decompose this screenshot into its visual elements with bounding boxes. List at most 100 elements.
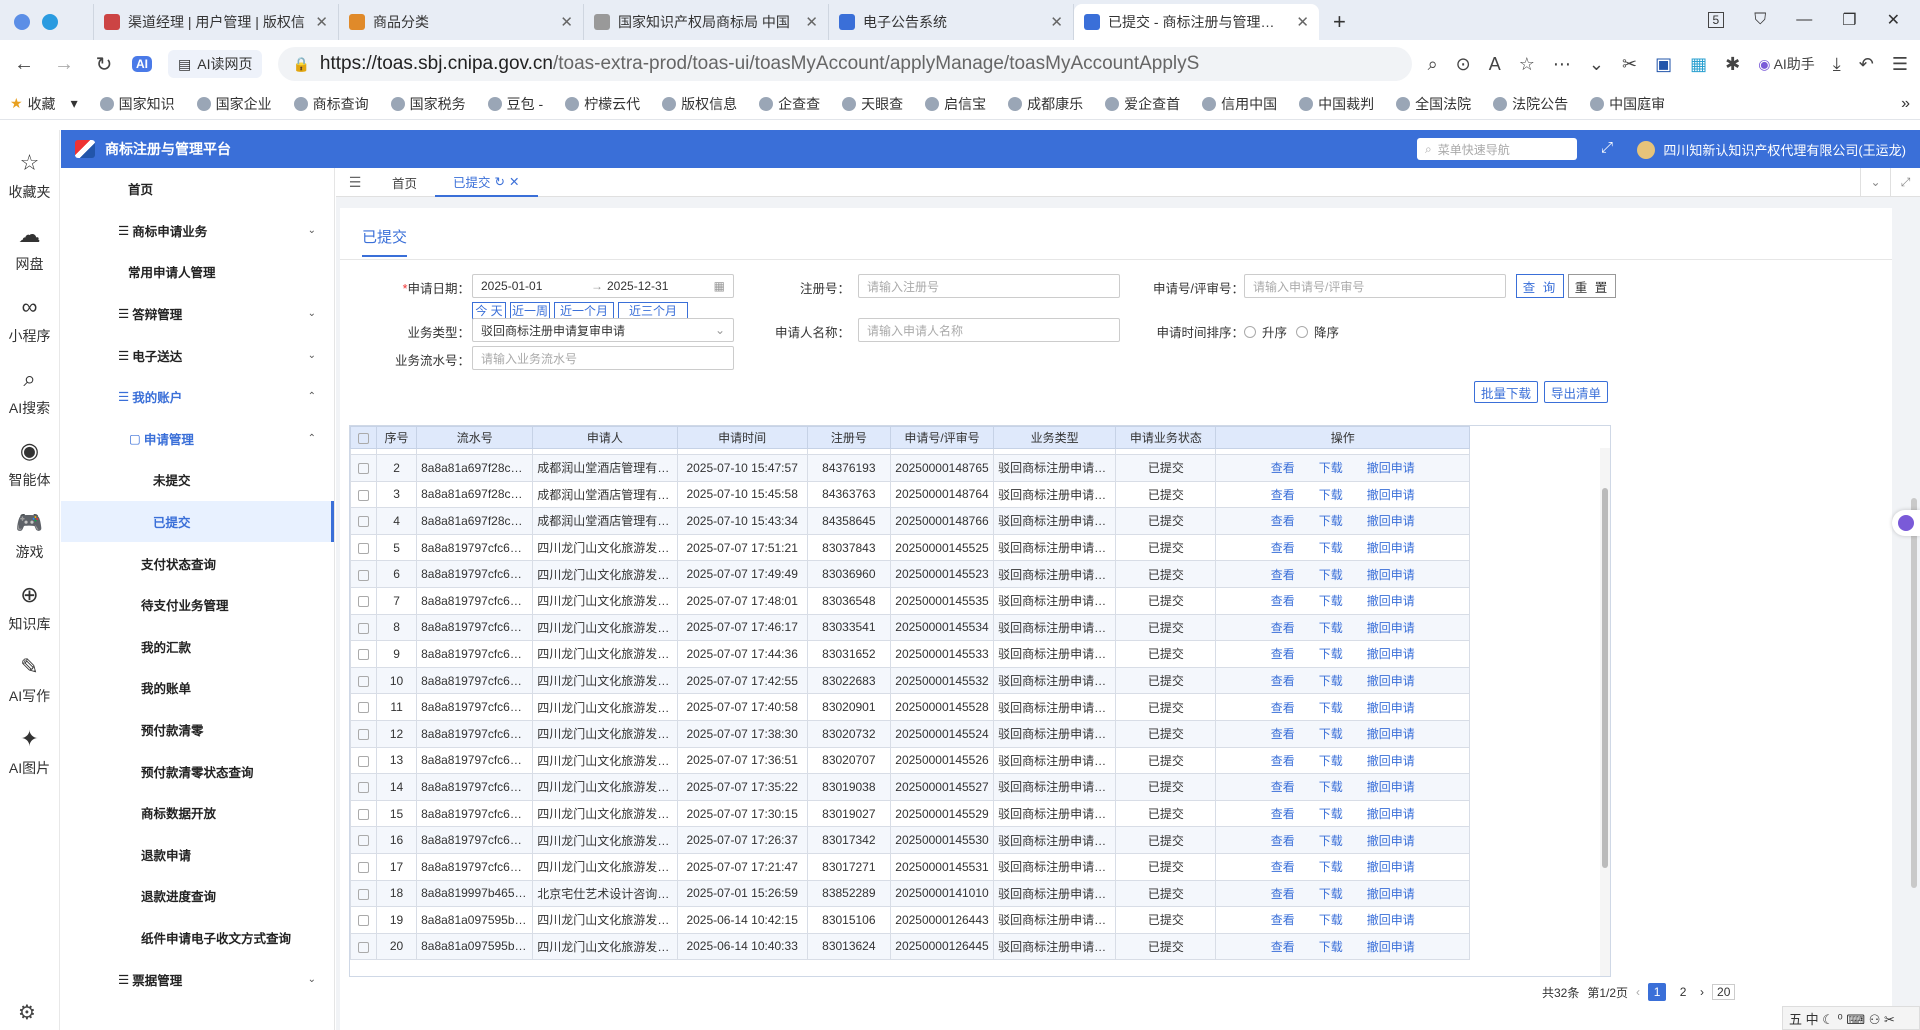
menu-item[interactable]: ☰ 答辩管理 ⌄: [61, 293, 334, 335]
view-link[interactable]: 查看: [1271, 701, 1295, 715]
close-tab-icon[interactable]: ✕: [805, 13, 818, 31]
floating-ai-badge[interactable]: [1892, 510, 1920, 536]
batch-download-button[interactable]: 批量下载: [1474, 381, 1538, 403]
download-icon[interactable]: ⤓: [1833, 54, 1841, 75]
download-link[interactable]: 下载: [1319, 621, 1343, 635]
view-link[interactable]: 查看: [1271, 568, 1295, 582]
table-row[interactable]: 13 8a8a819797cfc671… 四川龙门山文化旅游发展… 2025-07-0…: [350, 746, 1470, 775]
fullscreen-icon[interactable]: ⤢: [1601, 139, 1613, 156]
table-row[interactable]: 7 8a8a819797cfc671… 四川龙门山文化旅游发展… 2025-07-07…: [350, 586, 1470, 615]
bookmark-item[interactable]: 国家税务: [390, 94, 466, 114]
withdraw-link[interactable]: 撤回申请: [1367, 488, 1415, 502]
settings-icon[interactable]: ⚙: [18, 1000, 36, 1025]
checkbox[interactable]: [358, 835, 370, 847]
checkbox[interactable]: [358, 542, 370, 554]
browser-side-star[interactable]: ☆ 收藏夹: [9, 150, 51, 202]
close-tab-icon[interactable]: ✕: [560, 13, 573, 31]
ime-toolbar[interactable]: 五 中 ☾ ⁰ ⌨ ⚇ ✂: [1782, 1006, 1920, 1030]
bookmark-item[interactable]: 商标查询: [293, 94, 369, 114]
table-row[interactable]: 14 8a8a819797cfc671… 四川龙门山文化旅游发展… 2025-07-0…: [350, 773, 1470, 801]
download-link[interactable]: 下载: [1319, 514, 1343, 528]
url-field[interactable]: 🔒 https://toas.sbj.cnipa.gov.cn/toas-ext…: [278, 47, 1412, 81]
page-tab-home[interactable]: 首页: [374, 168, 435, 197]
menu-item[interactable]: 退款进度查询: [61, 875, 334, 917]
view-link[interactable]: 查看: [1271, 860, 1295, 874]
checkbox[interactable]: [358, 596, 370, 608]
withdraw-link[interactable]: 撤回申请: [1367, 834, 1415, 848]
browser-tab-4[interactable]: 电子公告系统 ✕: [829, 4, 1074, 40]
withdraw-link[interactable]: 撤回申请: [1367, 541, 1415, 555]
bookmarks-more-icon[interactable]: »: [1901, 95, 1910, 113]
bookmark-item[interactable]: 成都康乐: [1008, 94, 1083, 114]
translate-icon[interactable]: ▦: [1690, 54, 1707, 75]
flow-number-input[interactable]: 请输入业务流水号: [472, 346, 734, 370]
row-select-cell[interactable]: [350, 666, 378, 695]
view-link[interactable]: 查看: [1271, 754, 1295, 768]
checkbox[interactable]: [358, 569, 370, 581]
pager-page-2[interactable]: 2: [1674, 983, 1692, 1001]
table-row[interactable]: 9 8a8a819797cfc671… 四川龙门山文化旅游发展… 2025-07-07…: [350, 640, 1470, 668]
close-window-icon[interactable]: ✕: [1887, 10, 1900, 30]
withdraw-link[interactable]: 撤回申请: [1367, 647, 1415, 661]
withdraw-link[interactable]: 撤回申请: [1367, 701, 1415, 715]
reg-number-input[interactable]: 请输入注册号: [858, 274, 1120, 298]
view-link[interactable]: 查看: [1271, 541, 1295, 555]
download-link[interactable]: 下载: [1319, 834, 1343, 848]
tabs-dropdown-icon[interactable]: ⌄: [1860, 168, 1890, 197]
favorite-star-icon[interactable]: ☆: [1519, 54, 1535, 75]
browser-side-pen[interactable]: ✎ AI写作: [9, 654, 50, 706]
browser-side-link[interactable]: ∞ 小程序: [9, 294, 51, 346]
checkbox[interactable]: [358, 888, 370, 900]
quick-date-button[interactable]: 今 天: [472, 302, 506, 319]
download-link[interactable]: 下载: [1319, 594, 1343, 608]
row-select-cell[interactable]: [350, 719, 378, 748]
bookmark-item[interactable]: 国家企业: [196, 94, 272, 114]
browser-tab-3[interactable]: 国家知识产权局商标局 中国 ✕: [584, 4, 829, 40]
page-scroll-thumb[interactable]: [1911, 498, 1917, 888]
table-row[interactable]: 16 8a8a819797cfc671… 四川龙门山文化旅游发展… 2025-07-0…: [350, 826, 1470, 854]
pager-prev-icon[interactable]: ‹: [1636, 985, 1640, 999]
checkbox[interactable]: [358, 915, 370, 927]
checkbox[interactable]: [358, 755, 370, 767]
withdraw-link[interactable]: 撤回申请: [1367, 621, 1415, 635]
checkbox[interactable]: [358, 675, 370, 687]
menu-item[interactable]: 首页: [61, 168, 334, 210]
table-row[interactable]: 10 8a8a819797cfc671… 四川龙门山文化旅游发展… 2025-07-0…: [350, 666, 1470, 695]
more-icon[interactable]: ⋯: [1553, 54, 1571, 75]
withdraw-link[interactable]: 撤回申请: [1367, 940, 1415, 954]
query-button[interactable]: 查 询: [1516, 274, 1564, 298]
view-link[interactable]: 查看: [1271, 461, 1295, 475]
quick-date-button[interactable]: 近一周: [510, 302, 550, 319]
checkbox[interactable]: [358, 729, 370, 741]
bookmark-item[interactable]: 国家知识: [99, 94, 175, 114]
sort-asc-radio[interactable]: 升序: [1244, 322, 1287, 341]
table-row[interactable]: 15 8a8a819797cfc671… 四川龙门山文化旅游发展… 2025-07-0…: [350, 799, 1470, 828]
download-link[interactable]: 下载: [1319, 754, 1343, 768]
menu-item[interactable]: 常用申请人管理: [61, 251, 334, 293]
applicant-input[interactable]: 请输入申请人名称: [858, 318, 1120, 342]
pager-next-icon[interactable]: ›: [1700, 985, 1704, 999]
back-icon[interactable]: ←: [12, 53, 36, 76]
menu-item[interactable]: 商标数据开放: [61, 792, 334, 834]
forward-icon[interactable]: →: [52, 53, 76, 76]
download-link[interactable]: 下载: [1319, 701, 1343, 715]
row-select-cell[interactable]: [350, 773, 378, 801]
download-link[interactable]: 下载: [1319, 860, 1343, 874]
scissors-icon[interactable]: ✂: [1622, 54, 1637, 75]
withdraw-link[interactable]: 撤回申请: [1367, 887, 1415, 901]
view-link[interactable]: 查看: [1271, 594, 1295, 608]
download-link[interactable]: 下载: [1319, 488, 1343, 502]
withdraw-link[interactable]: 撤回申请: [1367, 674, 1415, 688]
checkbox[interactable]: [358, 432, 370, 444]
download-link[interactable]: 下载: [1319, 461, 1343, 475]
page-scrollbar[interactable]: [1910, 168, 1918, 1030]
row-select-cell[interactable]: [350, 879, 378, 908]
read-aloud-icon[interactable]: A: [1489, 54, 1501, 75]
restore-icon[interactable]: ❐: [1842, 10, 1856, 30]
row-select-cell[interactable]: [350, 746, 378, 775]
bookmark-item[interactable]: 启信宝: [925, 94, 986, 114]
table-row[interactable]: 12 8a8a819797cfc671… 四川龙门山文化旅游发展… 2025-07-0…: [350, 719, 1470, 748]
withdraw-link[interactable]: 撤回申请: [1367, 780, 1415, 794]
menu-item[interactable]: ☰ 电子送达 ⌄: [61, 334, 334, 376]
table-row[interactable]: 6 8a8a819797cfc671… 四川龙门山文化旅游发展… 2025-07-07…: [350, 560, 1470, 588]
